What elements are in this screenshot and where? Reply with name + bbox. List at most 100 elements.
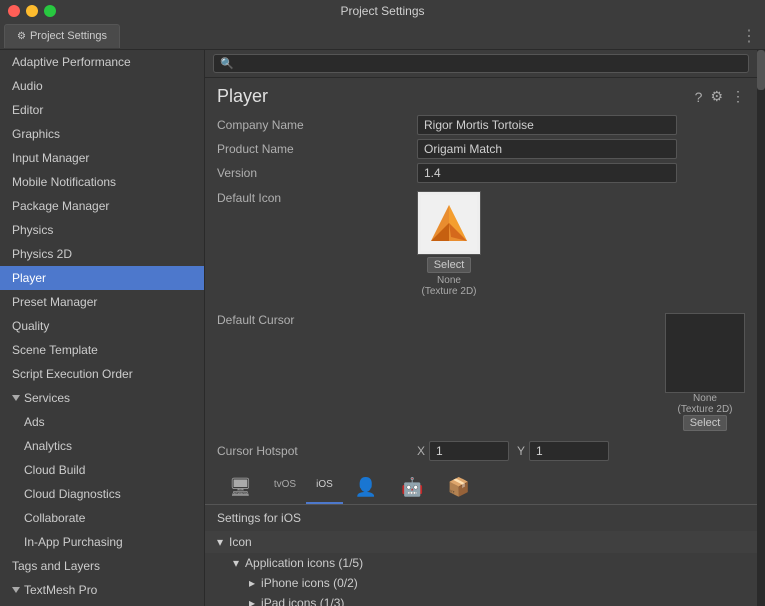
sidebar: Adaptive Performance Audio Editor Graphi… [0, 50, 205, 606]
ios-panel: Settings for iOS ▾ Icon ▾ Application ic… [205, 505, 757, 606]
settings-icon[interactable]: ⚙ [710, 88, 723, 105]
sidebar-item-textmesh-pro[interactable]: TextMesh Pro [0, 578, 204, 602]
search-wrap: 🔍 [213, 54, 749, 73]
content-area: 🔍 Player ? ⚙ ⋮ Company Name Product Name [205, 50, 757, 606]
default-icon-area: Select None (Texture 2D) [417, 191, 481, 297]
sidebar-item-in-app-purchasing[interactable]: In-App Purchasing [0, 530, 204, 554]
application-icons-label: Application icons (1/5) [245, 556, 363, 570]
player-title: Player [217, 86, 268, 107]
sidebar-item-mobile-notifications[interactable]: Mobile Notifications [0, 170, 204, 194]
application-icons-item[interactable]: ▾ Application icons (1/5) [205, 553, 757, 573]
cursor-hotspot-coords: X Y [417, 441, 609, 461]
product-name-row: Product Name [217, 139, 745, 159]
sidebar-item-textmesh-settings[interactable]: Settings [0, 602, 204, 606]
settings-for-label: Settings for iOS [205, 505, 757, 531]
sidebar-item-physics-2d[interactable]: Physics 2D [0, 242, 204, 266]
sidebar-item-cloud-build[interactable]: Cloud Build [0, 458, 204, 482]
icon-select-button[interactable]: Select [427, 257, 472, 273]
platform-tab-android[interactable]: 🤖 [389, 473, 435, 504]
sidebar-item-analytics[interactable]: Analytics [0, 434, 204, 458]
iphone-icons-label: iPhone icons (0/2) [261, 576, 358, 590]
cursor-hotspot-row: Cursor Hotspot X Y [205, 437, 757, 469]
application-icons-triangle: ▾ [233, 556, 239, 570]
sidebar-item-audio[interactable]: Audio [0, 74, 204, 98]
icon-none-label: None [417, 275, 481, 286]
sidebar-item-ads[interactable]: Ads [0, 410, 204, 434]
tab-menu-dots[interactable]: ⋮ [741, 26, 757, 46]
icon-preview-svg [421, 195, 477, 251]
iphone-icons-triangle: ▸ [249, 576, 255, 590]
version-row: Version [217, 163, 745, 183]
hotspot-y-group: Y [517, 441, 609, 461]
icon-section-header[interactable]: ▾ Icon [205, 531, 757, 553]
title-bar: Project Settings [0, 0, 765, 22]
default-icon-label: Default Icon [217, 191, 417, 205]
hotspot-x-input[interactable] [429, 441, 509, 461]
cursor-hotspot-label: Cursor Hotspot [217, 444, 417, 458]
platform-tab-tvos[interactable]: tvOS [264, 473, 306, 504]
icon-section: ▾ Icon ▾ Application icons (1/5) ▸ iPhon… [205, 531, 757, 606]
default-icon-row: Default Icon [217, 187, 745, 297]
platform-tabs: 🖥 tvOS iOS 👤 🤖 📦 [205, 469, 757, 505]
project-settings-tab[interactable]: ⚙ Project Settings [4, 24, 120, 48]
sidebar-item-adaptive-performance[interactable]: Adaptive Performance [0, 50, 204, 74]
platform-tab-ios[interactable]: iOS [306, 473, 343, 504]
maximize-button[interactable] [44, 5, 56, 17]
minimize-button[interactable] [26, 5, 38, 17]
iphone-icons-item[interactable]: ▸ iPhone icons (0/2) [205, 573, 757, 593]
company-name-input[interactable] [417, 115, 677, 135]
main-layout: Adaptive Performance Audio Editor Graphi… [0, 50, 765, 606]
header-icons: ? ⚙ ⋮ [695, 88, 745, 105]
sidebar-item-graphics[interactable]: Graphics [0, 122, 204, 146]
cursor-none-label: None [665, 393, 745, 404]
sidebar-item-package-manager[interactable]: Package Manager [0, 194, 204, 218]
platform-tab-desktop[interactable]: 🖥 [217, 473, 264, 504]
cursor-none-box: None (Texture 2D) Select [665, 313, 745, 429]
gear-icon: ⚙ [17, 31, 26, 42]
more-icon[interactable]: ⋮ [731, 88, 745, 105]
search-bar: 🔍 [205, 50, 757, 78]
sidebar-item-input-manager[interactable]: Input Manager [0, 146, 204, 170]
tab-bar: ⚙ Project Settings ⋮ [0, 22, 765, 50]
icon-preview-box[interactable] [417, 191, 481, 255]
version-label: Version [217, 166, 417, 180]
close-button[interactable] [8, 5, 20, 17]
cursor-label: Default Cursor [217, 313, 417, 327]
product-name-label: Product Name [217, 142, 417, 156]
hotspot-y-label: Y [517, 444, 525, 458]
traffic-lights [8, 5, 56, 17]
sidebar-item-scene-template[interactable]: Scene Template [0, 338, 204, 362]
ipad-icons-triangle: ▸ [249, 596, 255, 606]
sidebar-item-player[interactable]: Player [0, 266, 204, 290]
right-scrollbar[interactable] [757, 50, 765, 606]
platform-tab-webgl[interactable]: 👤 [343, 473, 389, 504]
cursor-area: Default Cursor None (Texture 2D) Select [205, 309, 757, 437]
cursor-select-button[interactable]: Select [683, 415, 728, 431]
sidebar-item-quality[interactable]: Quality [0, 314, 204, 338]
icon-section-triangle: ▾ [217, 535, 223, 549]
hotspot-x-label: X [417, 444, 425, 458]
sidebar-item-cloud-diagnostics[interactable]: Cloud Diagnostics [0, 482, 204, 506]
search-input[interactable] [238, 58, 742, 70]
sidebar-item-preset-manager[interactable]: Preset Manager [0, 290, 204, 314]
services-expand-icon [12, 395, 20, 401]
cursor-texture-label: (Texture 2D) [665, 404, 745, 415]
sidebar-item-editor[interactable]: Editor [0, 98, 204, 122]
company-name-row: Company Name [217, 115, 745, 135]
sidebar-item-services[interactable]: Services [0, 386, 204, 410]
sidebar-item-tags-and-layers[interactable]: Tags and Layers [0, 554, 204, 578]
ipad-icons-item[interactable]: ▸ iPad icons (1/3) [205, 593, 757, 606]
help-icon[interactable]: ? [695, 89, 703, 105]
ipad-icons-label: iPad icons (1/3) [261, 596, 344, 606]
sidebar-item-script-execution-order[interactable]: Script Execution Order [0, 362, 204, 386]
version-input[interactable] [417, 163, 677, 183]
sidebar-item-collaborate[interactable]: Collaborate [0, 506, 204, 530]
product-name-input[interactable] [417, 139, 677, 159]
window-title: Project Settings [340, 4, 424, 18]
sidebar-item-physics[interactable]: Physics [0, 218, 204, 242]
hotspot-y-input[interactable] [529, 441, 609, 461]
platform-tab-other[interactable]: 📦 [436, 473, 482, 504]
textmesh-expand-icon [12, 587, 20, 593]
player-header: Player ? ⚙ ⋮ [205, 78, 757, 111]
icon-texture-label: (Texture 2D) [417, 286, 481, 297]
